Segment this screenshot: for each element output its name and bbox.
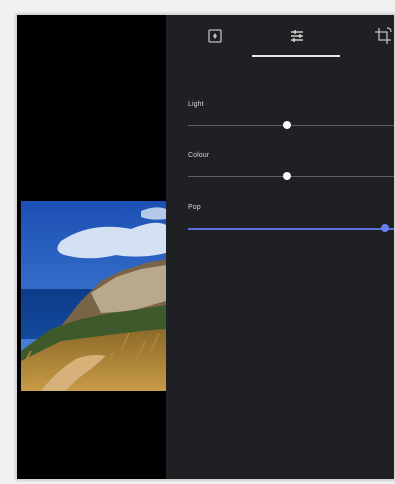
colour-slider-track[interactable] [188,176,394,177]
pop-label: Pop [188,204,201,211]
colour-label: Colour [188,152,210,159]
active-tab-indicator [252,55,340,57]
light-adjustment: Light [188,101,394,129]
pop-adjustment: Pop [188,204,394,232]
crop-rotate-icon[interactable] [372,25,394,47]
photo-editor-window: Light Colour Pop [16,14,395,480]
light-label: Light [188,101,204,108]
pop-slider-thumb[interactable] [381,224,389,232]
light-slider-thumb[interactable] [283,121,291,129]
photo-preview [21,201,166,391]
adjustments-panel: Light Colour Pop [166,15,394,479]
pop-slider-track[interactable] [188,228,394,230]
colour-adjustment: Colour [188,152,394,180]
editor-toolbar [166,15,394,59]
light-slider-track[interactable] [188,125,394,126]
auto-enhance-icon[interactable] [204,25,226,47]
adjustments-icon[interactable] [286,25,308,47]
colour-slider-thumb[interactable] [283,172,291,180]
photo-preview-area [17,15,166,479]
